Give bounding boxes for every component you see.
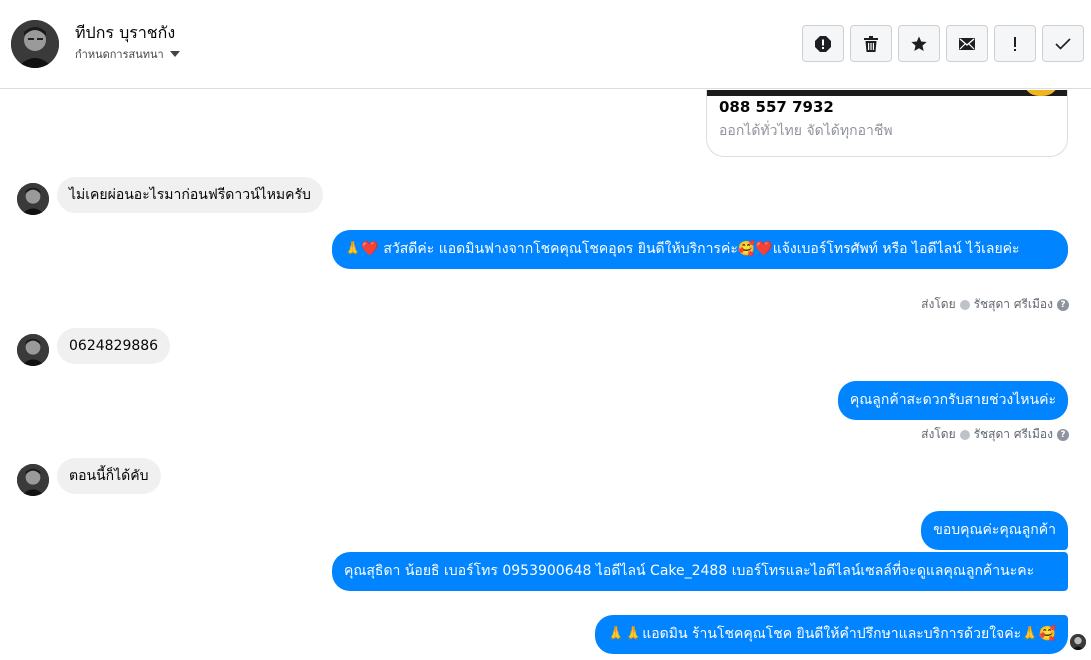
message-outgoing[interactable]: คุณลูกค้าสะดวกรับสายช่วงไหนค่ะ xyxy=(837,381,1068,420)
caret-down-icon xyxy=(169,51,180,57)
report-button[interactable] xyxy=(802,25,844,62)
contact-name: ทีปกร บุราชกัง xyxy=(75,23,176,42)
envelope-icon xyxy=(959,37,975,50)
sent-by-agent: รัชสุดา ศรีเมือง xyxy=(973,297,1053,311)
shared-link-card[interactable]: 088 557 7932 ออกได้ทั่วไทย จัดได้ทุกอาชี… xyxy=(706,90,1068,157)
message-outgoing[interactable]: 🙏🙏แอดมิน ร้านโชคคุณโชค ยินดีให้คำปรึกษาแ… xyxy=(595,615,1068,654)
sent-by-label: ส่งโดย xyxy=(921,427,956,441)
message-incoming[interactable]: 0624829886 xyxy=(57,328,171,364)
header-toolbar xyxy=(802,25,1084,62)
help-icon[interactable]: ? xyxy=(1057,298,1069,311)
follow-up-button[interactable] xyxy=(994,25,1036,62)
agent-dot-icon xyxy=(959,429,970,440)
star-button[interactable] xyxy=(898,25,940,62)
star-icon xyxy=(911,36,927,51)
card-phone: 088 557 7932 xyxy=(719,98,834,116)
message-outgoing[interactable]: ขอบคุณค่ะคุณลูกค้า xyxy=(921,511,1068,550)
conversation-header: ทีปกร บุราชกัง กำหนดการสนทนา xyxy=(0,0,1091,89)
sent-by-label: ส่งโดย xyxy=(921,297,956,311)
sender-avatar xyxy=(17,464,49,496)
sent-by-agent: รัชสุดา ศรีเมือง xyxy=(973,427,1053,441)
mark-done-button[interactable] xyxy=(1042,25,1084,62)
conversation-label-dropdown[interactable]: กำหนดการสนทนา xyxy=(75,45,180,63)
contact-avatar[interactable] xyxy=(11,20,59,68)
message-outgoing[interactable]: คุณสุธิดา น้อยธิ เบอร์โทร 0953900648 ไอด… xyxy=(332,552,1068,591)
delete-button[interactable] xyxy=(850,25,892,62)
sent-by-info: ส่งโดย รัชสุดา ศรีเมือง ? xyxy=(921,295,1069,314)
checkmark-icon xyxy=(1055,37,1071,50)
mark-unread-button[interactable] xyxy=(946,25,988,62)
sent-by-info: ส่งโดย รัชสุดา ศรีเมือง ? xyxy=(921,425,1069,444)
message-thread[interactable]: 088 557 7932 ออกได้ทั่วไทย จัดได้ทุกอาชี… xyxy=(0,90,1091,660)
card-image xyxy=(707,90,1067,96)
conversation-label: กำหนดการสนทนา xyxy=(75,48,164,61)
card-description: ออกได้ทั่วไทย จัดได้ทุกอาชีพ xyxy=(719,123,893,139)
message-outgoing[interactable]: 🙏❤️ สวัสดีค่ะ แอดมินฟางจากโชคคุณโชคอุดร … xyxy=(332,230,1068,269)
trash-icon xyxy=(864,35,878,52)
sender-avatar xyxy=(17,334,49,366)
agent-dot-icon xyxy=(959,299,970,310)
report-icon xyxy=(815,35,831,52)
exclamation-icon xyxy=(1014,36,1016,51)
help-icon[interactable]: ? xyxy=(1057,428,1069,441)
seen-receipt-avatar xyxy=(1070,634,1086,650)
sender-avatar xyxy=(17,183,49,215)
message-incoming[interactable]: ตอนนี้ก็ได้คับ xyxy=(57,458,161,494)
message-incoming[interactable]: ไม่เคยผ่อนอะไรมาก่อนฟรีดาวน์ไหมครับ xyxy=(57,177,323,213)
